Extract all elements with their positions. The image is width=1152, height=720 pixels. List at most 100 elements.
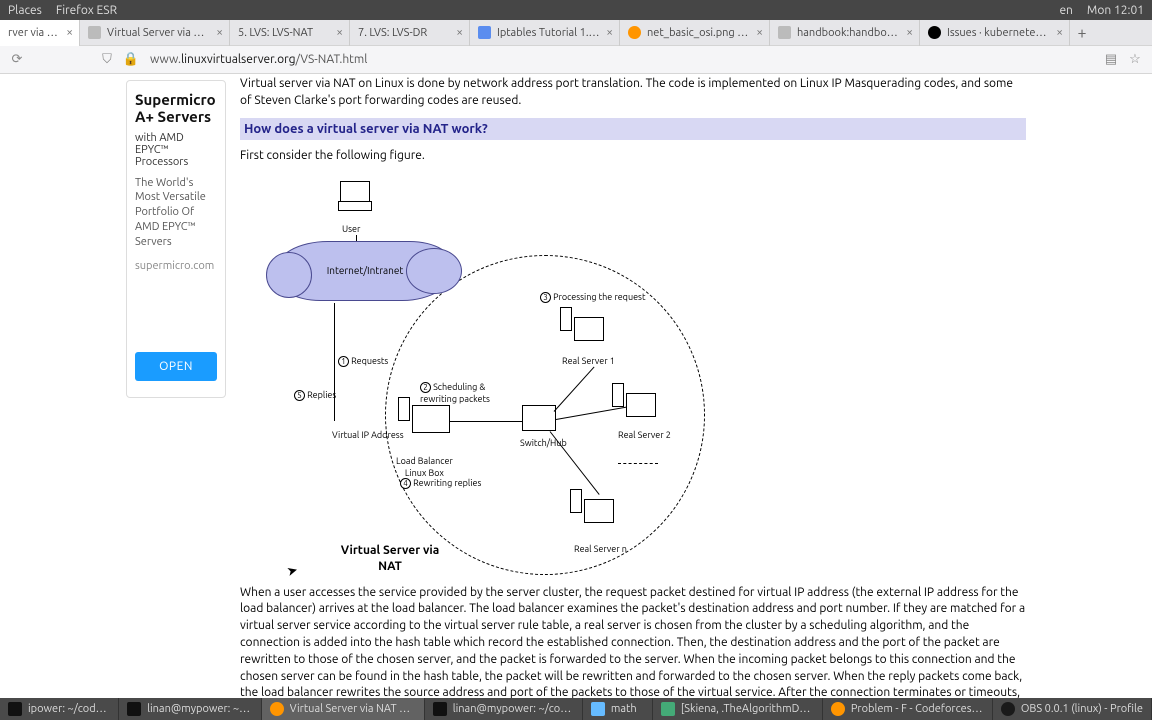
step-4-label: 4 Rewriting replies [400, 477, 481, 490]
ad-subtitle: with AMD EPYC™ Processors [135, 132, 217, 168]
taskbar-item[interactable]: ipower: ~/codes/co... [0, 698, 119, 720]
tab-7[interactable]: handbook:handbook:net × [770, 20, 920, 46]
section-heading: How does a virtual server via NAT work? [240, 118, 1026, 140]
task-label: OBS 0.0.1 (linux) - Profile [1021, 703, 1143, 715]
task-label: linan@mypower: ~/codes/lin... [453, 703, 574, 715]
ellipsis-dots [618, 463, 658, 464]
rs2-label: Real Server 2 [618, 429, 671, 442]
url-prefix: www. [150, 53, 181, 66]
tab-4[interactable]: 7. LVS: LVS-DR × [350, 20, 470, 46]
diagram-figure: User Internet/Intranet 1 Requests 5 Repl… [240, 173, 730, 583]
book-icon [661, 702, 675, 716]
task-label: Problem - F - Codeforces - ... [851, 703, 984, 715]
taskbar-item[interactable]: linan@mypower: ~/Videos [119, 698, 262, 720]
close-icon[interactable]: × [216, 26, 223, 39]
url-domain: linuxvirtualserver.org [181, 53, 296, 66]
tab-title: 7. LVS: LVS-DR [358, 27, 450, 39]
page-viewport: Supermicro A+ Servers with AMD EPYC™ Pro… [0, 74, 1152, 698]
tab-5[interactable]: Iptables Tutorial 1.2.2 × [470, 20, 620, 46]
task-label: ipower: ~/codes/co... [28, 703, 110, 715]
tab-6[interactable]: net_basic_osi.png (PNG × [620, 20, 770, 46]
step-3-label: 3 Processing the request [540, 291, 646, 304]
taskbar-item[interactable]: Virtual Server via NAT — Mozi... [262, 698, 425, 720]
url-bar-row: ⟳ ⛉ 🔒 www.linuxvirtualserver.org/VS-NAT.… [0, 46, 1152, 74]
document-icon [591, 702, 605, 716]
taskbar-item[interactable]: OBS 0.0.1 (linux) - Profile [993, 698, 1152, 720]
favicon-icon [628, 26, 641, 39]
browser-chrome: rver via NAT × Virtual Server via Direct ×… [0, 20, 1152, 74]
step-2-label: 2 Scheduling & rewriting packets [420, 381, 490, 406]
cloud-icon: Internet/Intranet [275, 241, 455, 301]
os-clock[interactable]: Mon 12:01 [1087, 4, 1144, 17]
ad-domain: supermicro.com [135, 260, 217, 272]
task-label: [Skiena, .TheAlgorithmDesi... [681, 703, 814, 715]
taskbar-item[interactable]: Problem - F - Codeforces - ... [823, 698, 993, 720]
ad-card[interactable]: Supermicro A+ Servers with AMD EPYC™ Pro… [126, 80, 226, 398]
user-computer-icon [335, 181, 375, 223]
tab-2[interactable]: Virtual Server via Direct × [80, 20, 230, 46]
lead-paragraph: First consider the following figure. [240, 148, 1026, 165]
ad-open-button[interactable]: OPEN [135, 352, 217, 381]
firefox-icon [831, 702, 845, 716]
tab-title: handbook:handbook:net [797, 27, 900, 39]
terminal-icon [8, 702, 22, 716]
url-path: /VS-NAT.html [296, 53, 368, 66]
connector-line [334, 303, 335, 421]
task-label: linan@mypower: ~/Videos [147, 703, 253, 715]
step-5-label: 5 Replies [294, 389, 336, 402]
tab-1[interactable]: rver via NAT × [0, 20, 80, 46]
tab-title: 5. LVS: LVS-NAT [238, 27, 330, 39]
taskbar-item[interactable]: linan@mypower: ~/codes/lin... [425, 698, 583, 720]
url-bar[interactable]: www.linuxvirtualserver.org/VS-NAT.html [146, 51, 1096, 68]
terminal-icon [127, 702, 141, 716]
close-icon[interactable]: × [336, 26, 343, 39]
favicon-icon [88, 26, 101, 39]
intro-paragraph: Virtual server via NAT on Linux is done … [240, 76, 1026, 110]
tab-8[interactable]: Issues · kubernetes/kube × [920, 20, 1070, 46]
rs1-label: Real Server 1 [562, 355, 615, 368]
tab-strip: rver via NAT × Virtual Server via Direct ×… [0, 20, 1152, 46]
firefox-icon [270, 702, 284, 716]
favicon-icon [778, 26, 791, 39]
new-tab-button[interactable]: + [1070, 24, 1094, 42]
ad-description: The World's Most Versatile Portfolio Of … [135, 176, 217, 250]
os-menubar: Places Firefox ESR en Mon 12:01 [0, 0, 1152, 20]
taskbar-item[interactable]: [Skiena, .TheAlgorithmDesi... [653, 698, 823, 720]
obs-icon [1001, 702, 1015, 716]
close-icon[interactable]: × [756, 26, 763, 39]
tab-title: Virtual Server via Direct [107, 27, 210, 39]
close-icon[interactable]: × [1056, 26, 1063, 39]
vip-label: Virtual IP Address [332, 429, 404, 442]
figure-title: Virtual Server via NAT [340, 543, 440, 577]
reader-mode-icon[interactable]: ▤ [1102, 52, 1120, 67]
connector-line [450, 421, 522, 422]
close-icon[interactable]: × [456, 26, 463, 39]
tab-title: net_basic_osi.png (PNG [647, 27, 750, 39]
ad-title: Supermicro A+ Servers [135, 91, 217, 126]
terminal-icon [433, 702, 447, 716]
os-places-menu[interactable]: Places [8, 4, 42, 17]
tab-title: Iptables Tutorial 1.2.2 [497, 27, 600, 39]
tab-title: Issues · kubernetes/kube [947, 27, 1050, 39]
os-lang-indicator[interactable]: en [1059, 4, 1072, 17]
lock-icon[interactable]: 🔒 [122, 52, 140, 67]
task-label: Virtual Server via NAT — Mozi... [290, 703, 416, 715]
shield-icon[interactable]: ⛉ [98, 52, 116, 67]
close-icon[interactable]: × [906, 26, 913, 39]
explanation-paragraph: When a user accesses the service provide… [240, 585, 1026, 698]
rsn-label: Real Server n [574, 543, 627, 556]
user-label: User [342, 223, 360, 236]
bookmark-icon[interactable]: ☆ [1126, 52, 1144, 67]
cloud-label: Internet/Intranet [327, 264, 404, 278]
step-1-label: 1 Requests [338, 355, 388, 368]
reload-icon[interactable]: ⟳ [8, 52, 26, 67]
favicon-icon [928, 26, 941, 39]
taskbar-item[interactable]: math [583, 698, 653, 720]
close-icon[interactable]: × [606, 26, 613, 39]
tab-3[interactable]: 5. LVS: LVS-NAT × [230, 20, 350, 46]
task-label: math [611, 703, 637, 715]
tab-title: rver via NAT [8, 27, 60, 39]
taskbar: ipower: ~/codes/co... linan@mypower: ~/V… [0, 698, 1152, 720]
close-icon[interactable]: × [66, 26, 73, 39]
os-app-menu[interactable]: Firefox ESR [56, 4, 117, 17]
